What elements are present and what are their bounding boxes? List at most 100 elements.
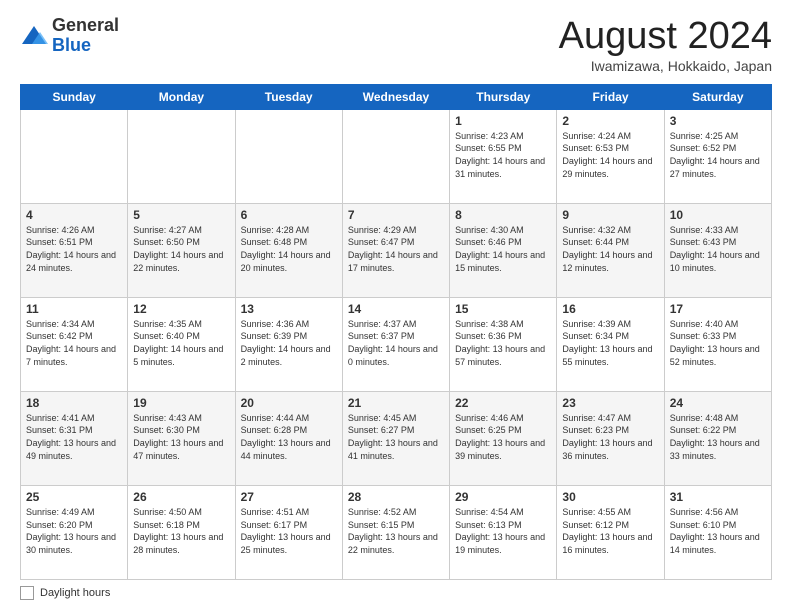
day-info: Sunrise: 4:50 AM Sunset: 6:18 PM Dayligh… [133,506,229,556]
day-info: Sunrise: 4:25 AM Sunset: 6:52 PM Dayligh… [670,130,766,180]
logo-general-text: General [52,15,119,35]
day-number: 23 [562,396,658,410]
day-number: 21 [348,396,444,410]
day-info: Sunrise: 4:56 AM Sunset: 6:10 PM Dayligh… [670,506,766,556]
logo-icon [20,22,48,50]
day-number: 11 [26,302,122,316]
day-info: Sunrise: 4:34 AM Sunset: 6:42 PM Dayligh… [26,318,122,368]
calendar-cell: 12Sunrise: 4:35 AM Sunset: 6:40 PM Dayli… [128,297,235,391]
calendar-cell: 2 Sunrise: 4:24 AM Sunset: 6:53 PM Daylig… [557,109,664,203]
calendar-cell: 28 Sunrise: 4:52 AM Sunset: 6:15 PM Dayli… [342,485,449,579]
day-number: 6 [241,208,337,222]
calendar-cell: 15Sunrise: 4:38 AM Sunset: 6:36 PM Dayli… [450,297,557,391]
calendar-cell: 3 Sunrise: 4:25 AM Sunset: 6:52 PM Daylig… [664,109,771,203]
day-header-wednesday: Wednesday [342,84,449,109]
calendar-cell: 5Sunrise: 4:27 AM Sunset: 6:50 PM Daylig… [128,203,235,297]
day-info: Sunrise: 4:44 AM Sunset: 6:28 PM Dayligh… [241,412,337,462]
day-number: 10 [670,208,766,222]
calendar-cell: 11 Sunrise: 4:34 AM Sunset: 6:42 PM Dayli… [21,297,128,391]
day-info: Sunrise: 4:43 AM Sunset: 6:30 PM Dayligh… [133,412,229,462]
calendar-cell: 29 Sunrise: 4:54 AM Sunset: 6:13 PM Dayli… [450,485,557,579]
day-number: 5 [133,208,229,222]
legend-label: Daylight hours [40,587,110,599]
calendar-week-5: 25 Sunrise: 4:49 AM Sunset: 6:20 PM Dayli… [21,485,772,579]
footer: Daylight hours [20,586,772,600]
day-info: Sunrise: 4:49 AM Sunset: 6:20 PM Dayligh… [26,506,122,556]
calendar-cell: 14Sunrise: 4:37 AM Sunset: 6:37 PM Dayli… [342,297,449,391]
calendar-cell: 30Sunrise: 4:55 AM Sunset: 6:12 PM Dayli… [557,485,664,579]
day-number: 8 [455,208,551,222]
day-number: 31 [670,490,766,504]
calendar-cell: 27Sunrise: 4:51 AM Sunset: 6:17 PM Dayli… [235,485,342,579]
calendar-cell: 21Sunrise: 4:45 AM Sunset: 6:27 PM Dayli… [342,391,449,485]
logo: General Blue [20,16,119,56]
calendar-cell: 18Sunrise: 4:41 AM Sunset: 6:31 PM Dayli… [21,391,128,485]
day-number: 16 [562,302,658,316]
calendar-cell: 7 Sunrise: 4:29 AM Sunset: 6:47 PM Daylig… [342,203,449,297]
day-info: Sunrise: 4:54 AM Sunset: 6:13 PM Dayligh… [455,506,551,556]
day-number: 17 [670,302,766,316]
day-header-sunday: Sunday [21,84,128,109]
location: Iwamizawa, Hokkaido, Japan [559,58,772,74]
day-number: 15 [455,302,551,316]
day-info: Sunrise: 4:47 AM Sunset: 6:23 PM Dayligh… [562,412,658,462]
day-number: 27 [241,490,337,504]
day-header-thursday: Thursday [450,84,557,109]
day-number: 3 [670,114,766,128]
day-info: Sunrise: 4:28 AM Sunset: 6:48 PM Dayligh… [241,224,337,274]
day-info: Sunrise: 4:29 AM Sunset: 6:47 PM Dayligh… [348,224,444,274]
day-info: Sunrise: 4:55 AM Sunset: 6:12 PM Dayligh… [562,506,658,556]
calendar-week-2: 4Sunrise: 4:26 AM Sunset: 6:51 PM Daylig… [21,203,772,297]
day-number: 25 [26,490,122,504]
day-info: Sunrise: 4:35 AM Sunset: 6:40 PM Dayligh… [133,318,229,368]
day-info: Sunrise: 4:24 AM Sunset: 6:53 PM Dayligh… [562,130,658,180]
day-number: 2 [562,114,658,128]
day-header-tuesday: Tuesday [235,84,342,109]
calendar-cell: 8 Sunrise: 4:30 AM Sunset: 6:46 PM Daylig… [450,203,557,297]
calendar-cell [342,109,449,203]
day-info: Sunrise: 4:33 AM Sunset: 6:43 PM Dayligh… [670,224,766,274]
calendar-cell: 1Sunrise: 4:23 AM Sunset: 6:55 PM Daylig… [450,109,557,203]
day-number: 22 [455,396,551,410]
calendar-week-1: 1Sunrise: 4:23 AM Sunset: 6:55 PM Daylig… [21,109,772,203]
calendar-cell: 26 Sunrise: 4:50 AM Sunset: 6:18 PM Dayli… [128,485,235,579]
calendar-cell [235,109,342,203]
day-number: 19 [133,396,229,410]
logo-blue-text: Blue [52,35,91,55]
day-info: Sunrise: 4:46 AM Sunset: 6:25 PM Dayligh… [455,412,551,462]
day-number: 9 [562,208,658,222]
calendar-cell [21,109,128,203]
day-number: 29 [455,490,551,504]
day-header-friday: Friday [557,84,664,109]
page: General Blue August 2024 Iwamizawa, Hokk… [0,0,792,612]
day-number: 26 [133,490,229,504]
calendar-cell: 19 Sunrise: 4:43 AM Sunset: 6:30 PM Dayli… [128,391,235,485]
calendar-cell: 24Sunrise: 4:48 AM Sunset: 6:22 PM Dayli… [664,391,771,485]
day-info: Sunrise: 4:32 AM Sunset: 6:44 PM Dayligh… [562,224,658,274]
calendar-header-row: SundayMondayTuesdayWednesdayThursdayFrid… [21,84,772,109]
day-info: Sunrise: 4:26 AM Sunset: 6:51 PM Dayligh… [26,224,122,274]
month-title: August 2024 [559,16,772,58]
calendar-week-4: 18Sunrise: 4:41 AM Sunset: 6:31 PM Dayli… [21,391,772,485]
day-info: Sunrise: 4:40 AM Sunset: 6:33 PM Dayligh… [670,318,766,368]
day-number: 28 [348,490,444,504]
day-number: 18 [26,396,122,410]
title-block: August 2024 Iwamizawa, Hokkaido, Japan [559,16,772,74]
calendar-cell: 6 Sunrise: 4:28 AM Sunset: 6:48 PM Daylig… [235,203,342,297]
day-number: 1 [455,114,551,128]
legend-box [20,586,34,600]
calendar-cell: 23 Sunrise: 4:47 AM Sunset: 6:23 PM Dayli… [557,391,664,485]
calendar-cell: 4Sunrise: 4:26 AM Sunset: 6:51 PM Daylig… [21,203,128,297]
day-info: Sunrise: 4:37 AM Sunset: 6:37 PM Dayligh… [348,318,444,368]
day-info: Sunrise: 4:39 AM Sunset: 6:34 PM Dayligh… [562,318,658,368]
calendar-table: SundayMondayTuesdayWednesdayThursdayFrid… [20,84,772,580]
day-info: Sunrise: 4:52 AM Sunset: 6:15 PM Dayligh… [348,506,444,556]
day-number: 7 [348,208,444,222]
day-info: Sunrise: 4:30 AM Sunset: 6:46 PM Dayligh… [455,224,551,274]
calendar-cell: 17 Sunrise: 4:40 AM Sunset: 6:33 PM Dayli… [664,297,771,391]
calendar-cell: 25 Sunrise: 4:49 AM Sunset: 6:20 PM Dayli… [21,485,128,579]
day-info: Sunrise: 4:48 AM Sunset: 6:22 PM Dayligh… [670,412,766,462]
day-header-saturday: Saturday [664,84,771,109]
day-number: 20 [241,396,337,410]
day-header-monday: Monday [128,84,235,109]
